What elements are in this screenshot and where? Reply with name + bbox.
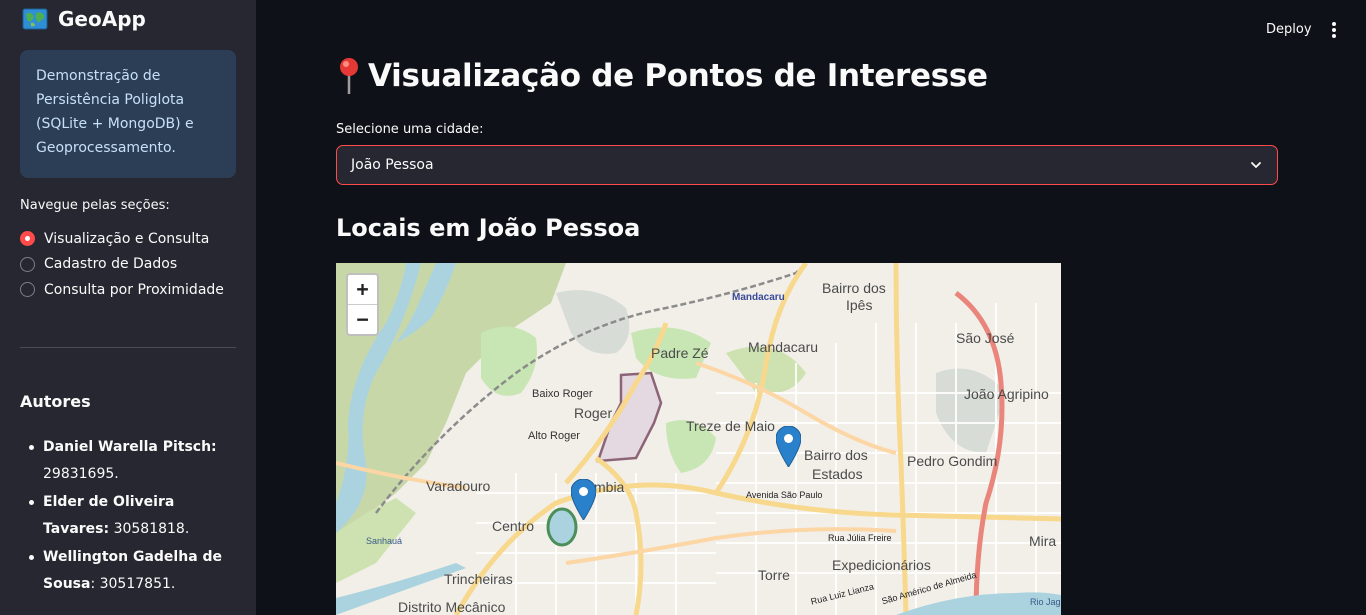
map-label: Treze de Maio (686, 418, 775, 434)
map-label: Baixo Roger (532, 388, 593, 400)
world-map-icon (22, 8, 48, 30)
zoom-in-button[interactable]: + (348, 275, 377, 305)
map-tiles[interactable] (336, 263, 1061, 615)
radio-label: Consulta por Proximidade (44, 281, 224, 298)
author-name: Daniel Warella Pitsch: (43, 439, 217, 455)
authors-list: Daniel Warella Pitsch: 29831695. Elder d… (20, 434, 240, 599)
section-radio-group: Visualização e Consulta Cadastro de Dado… (20, 226, 224, 303)
map-label: Ipês (846, 297, 873, 313)
sidebar-divider (20, 347, 236, 348)
sidebar: GeoApp Demonstração de Persistência Poli… (0, 0, 256, 615)
author-id: 30581818. (113, 521, 190, 537)
info-box: Demonstração de Persistência Poliglota (… (20, 50, 236, 178)
more-menu-icon[interactable] (1326, 22, 1342, 40)
map-label: São José (956, 330, 1015, 346)
section-title: Locais em João Pessoa (336, 214, 641, 242)
author-item: Wellington Gadelha de Sousa: 30517851. (20, 544, 240, 598)
app-root: GeoApp Demonstração de Persistência Poli… (0, 0, 1366, 615)
zoom-out-button[interactable]: − (348, 305, 377, 335)
map-label: Sanhauá (366, 536, 403, 546)
zoom-control: + − (346, 273, 379, 336)
map-label: Pedro Gondim (907, 453, 998, 469)
map-label: Distrito Mecânico (398, 599, 506, 615)
radio-selected-icon[interactable] (20, 231, 35, 247)
nav-label: Navegue pelas seções: (20, 198, 170, 213)
map-marker-icon[interactable] (776, 426, 801, 467)
radio-proximidade[interactable]: Consulta por Proximidade (20, 277, 224, 303)
map-label: Padre Zé (651, 345, 709, 361)
map-label: Mandacaru (748, 339, 819, 355)
radio-label: Visualização e Consulta (44, 230, 210, 247)
author-id: 29831695. (43, 466, 119, 482)
map-label: Trincheiras (444, 571, 513, 587)
map-label: Bairro dos (822, 280, 886, 296)
map-marker-icon[interactable] (571, 479, 596, 520)
author-id: : 30517851. (90, 576, 176, 592)
radio-visualizacao[interactable]: Visualização e Consulta (20, 226, 224, 252)
radio-unselected-icon[interactable] (20, 256, 35, 272)
map-label: João Agripino (964, 386, 1049, 402)
map-label: Centro (492, 518, 535, 534)
map-label: mbia (594, 479, 625, 495)
chevron-down-icon (1251, 162, 1261, 168)
map-label: Torre (758, 567, 790, 583)
map-label: Bairro dos (804, 447, 868, 463)
map-label: Varadouro (426, 478, 491, 494)
author-item: Daniel Warella Pitsch: 29831695. (20, 434, 240, 488)
map-label: Roger (574, 405, 613, 421)
map-label: Alto Roger (528, 430, 580, 442)
radio-label: Cadastro de Dados (44, 256, 178, 273)
page-title: Visualização de Pontos de Interesse (336, 56, 988, 96)
author-item: Elder de Oliveira Tavares: 30581818. (20, 489, 240, 543)
map-label: Mandacaru (732, 292, 785, 303)
map[interactable]: Mandacaru Bairro dos Ipês São José Padre… (336, 263, 1061, 615)
city-select[interactable]: João Pessoa (336, 145, 1278, 185)
city-select-label: Selecione uma cidade: (336, 122, 484, 137)
map-label: Rio Jag (1030, 597, 1061, 607)
map-label: Rua Júlia Freire (828, 533, 892, 543)
map-label: Mira (1029, 533, 1057, 549)
app-title: GeoApp (58, 7, 146, 31)
radio-cadastro[interactable]: Cadastro de Dados (20, 252, 224, 278)
brand: GeoApp (22, 6, 146, 32)
info-text: Demonstração de Persistência Poliglota (… (36, 68, 194, 156)
page-title-text: Visualização de Pontos de Interesse (368, 58, 988, 94)
map-label: Expedicionários (832, 557, 931, 573)
map-label: Avenida São Paulo (746, 490, 823, 500)
round-pushpin-icon (340, 58, 358, 94)
map-label: Estados (812, 466, 863, 482)
deploy-button[interactable]: Deploy (1258, 20, 1320, 39)
radio-unselected-icon[interactable] (20, 282, 35, 298)
city-select-value: João Pessoa (351, 157, 434, 173)
authors-title: Autores (20, 392, 91, 411)
